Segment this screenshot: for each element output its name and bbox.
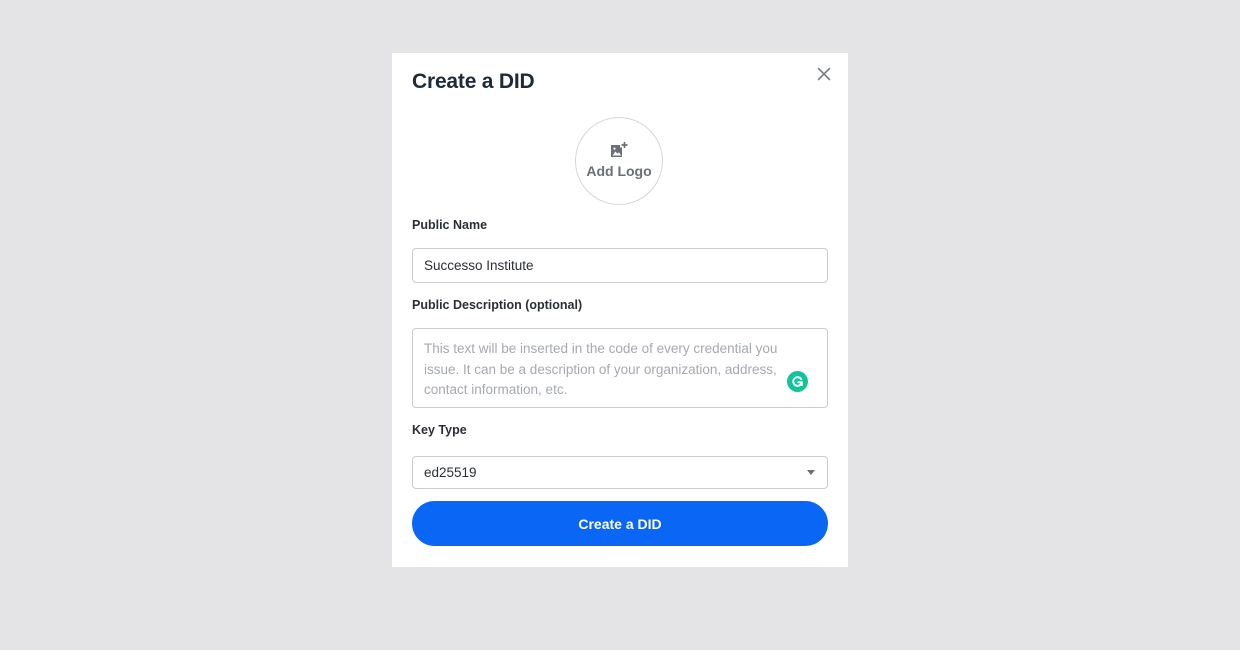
public-name-input[interactable] — [412, 248, 828, 283]
modal-title: Create a DID — [412, 70, 535, 93]
key-type-value: ed25519 — [424, 465, 477, 480]
public-name-label: Public Name — [412, 218, 488, 232]
grammarly-g-glyph — [792, 376, 803, 387]
grammarly-icon[interactable] — [787, 371, 808, 392]
key-type-label: Key Type — [412, 423, 467, 437]
public-description-label: Public Description (optional) — [412, 298, 583, 312]
create-did-modal: Create a DID Add Logo Public Name Public… — [392, 53, 848, 567]
create-did-button[interactable]: Create a DID — [412, 501, 828, 546]
public-description-textarea[interactable] — [412, 328, 828, 408]
add-logo-label: Add Logo — [586, 163, 652, 179]
close-icon — [817, 67, 831, 81]
add-logo-button[interactable]: Add Logo — [575, 117, 663, 205]
key-type-select[interactable]: ed25519 — [412, 456, 828, 489]
close-button[interactable] — [814, 64, 834, 84]
chevron-down-icon — [807, 470, 815, 475]
add-image-icon — [611, 142, 628, 157]
